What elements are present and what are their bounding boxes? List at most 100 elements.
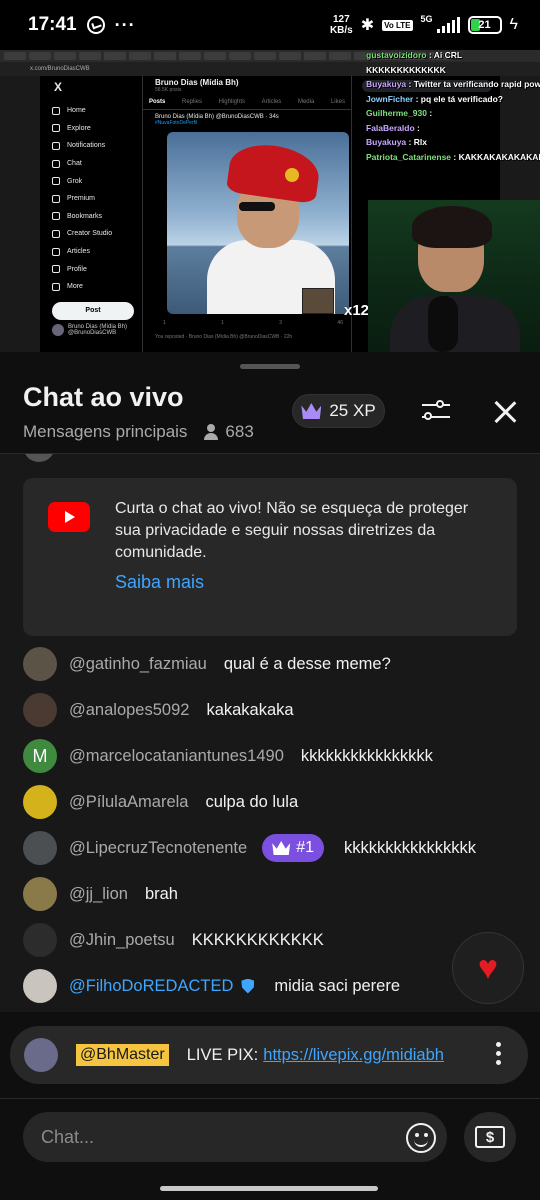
chat-message[interactable]: @gatinho_fazmiau qual é a desse meme? xyxy=(23,646,391,682)
close-icon[interactable] xyxy=(490,397,520,427)
message-author[interactable]: @LipecruzTecnotenente xyxy=(69,839,247,858)
x-tweet-hashtag: #NuvaFotoDePerfil xyxy=(155,120,198,126)
volte-badge: Vo LTE xyxy=(382,19,413,31)
x-nav-item: Premium xyxy=(52,190,142,208)
avatar[interactable] xyxy=(23,923,57,957)
x-nav-item: Grok xyxy=(52,172,142,190)
super-chat-button[interactable]: $ xyxy=(464,1112,516,1162)
avatar[interactable] xyxy=(23,785,57,819)
live-video-player[interactable]: x.com/BrunoDiasCWB X Home Explore Notifi… xyxy=(0,50,540,352)
overlay-chat-user: FalaBeraldo xyxy=(366,122,415,133)
x-nav-item: More xyxy=(52,278,142,296)
stream-chat-overlay: gustavoizidoro : Ai CRL KKKKKKKKKKKKK Buya… xyxy=(366,50,540,166)
chat-message-list[interactable]: Curta o chat ao vivo! Não se esqueça de … xyxy=(0,454,540,1012)
overlay-chat-user: Patriota_Catarinense xyxy=(366,151,452,162)
heart-reaction-button[interactable]: ♥ xyxy=(452,932,524,1004)
home-indicator[interactable] xyxy=(160,1186,378,1191)
pinned-link[interactable]: https://livepix.gg/midiabh xyxy=(263,1046,444,1065)
bluetooth-icon: ✱ xyxy=(360,17,375,34)
overlay-chat-line: KKKKKKKKKKKKK xyxy=(366,65,540,76)
overlay-chat-text: Ai CRL xyxy=(433,50,463,60)
message-author[interactable]: @jj_lion xyxy=(69,885,128,904)
battery-level: 21 xyxy=(478,19,491,31)
avatar[interactable] xyxy=(23,647,57,681)
pinned-author[interactable]: @BhMaster xyxy=(76,1044,169,1066)
live-chat-panel: Chat ao vivo Mensagens principais 683 25… xyxy=(0,352,540,1200)
youtube-icon xyxy=(48,502,90,532)
chat-message[interactable]: @analopes5092 kakakakaka xyxy=(23,692,294,728)
message-author[interactable]: @FilhoDoREDACTED xyxy=(69,977,233,996)
chat-message[interactable]: @LipecruzTecnotenente #1 kkkkkkkkkkkkkkkk xyxy=(23,830,476,866)
avatar xyxy=(23,454,55,462)
message-author[interactable]: @Jhin_poetsu xyxy=(69,931,175,950)
xp-button[interactable]: 25 XP xyxy=(292,394,385,428)
overlay-chat-user: JownFicher xyxy=(366,93,414,104)
signal-icon xyxy=(436,17,460,33)
net-speed: 127 KB/s xyxy=(330,14,353,36)
overlay-chat-text: Twitter ta verificando rapid pow xyxy=(413,79,540,89)
overlay-chat-line: gustavoizidoro : Ai CRL xyxy=(366,50,463,60)
overlay-chat-user: Guilherme_930 xyxy=(366,108,427,118)
whatsapp-icon xyxy=(86,16,105,34)
x-logo: X xyxy=(54,80,63,94)
overlay-chat-user: Buyakuya xyxy=(366,137,407,147)
net-speed-unit: KB/s xyxy=(329,25,353,36)
message-author[interactable]: @gatinho_fazmiau xyxy=(69,655,207,674)
chat-settings-sliders-icon[interactable] xyxy=(420,398,452,424)
overlay-chat-line: JownFicher : pq ele tá verificado? xyxy=(366,93,503,104)
overlay-chat-line: Buyakuya : Twitter ta verificando rapid … xyxy=(366,79,540,89)
message-text: kkkkkkkkkkkkkkkk xyxy=(344,838,476,857)
chat-welcome-notice: Curta o chat ao vivo! Não se esqueça de … xyxy=(23,478,517,636)
gift-sticker xyxy=(302,288,334,314)
more-notifications-icon: ··· xyxy=(114,14,136,35)
chat-message[interactable]: @PílulaAmarela culpa do lula xyxy=(23,784,298,820)
overlay-chat-line: Guilherme_930 : xyxy=(366,108,433,118)
avatar[interactable] xyxy=(23,831,57,865)
overlay-chat-user: gustavoizidoro xyxy=(366,50,427,60)
message-author[interactable]: @PílulaAmarela xyxy=(69,793,188,812)
chat-mode-label[interactable]: Mensagens principais xyxy=(23,422,187,442)
x-nav-item: Bookmarks xyxy=(52,208,142,226)
message-text: midia saci perere xyxy=(274,976,401,995)
x-tweet-actions: 1 1 3 46 xyxy=(163,320,343,326)
avatar xyxy=(24,1038,58,1072)
x-profile-tabs: Posts Replies Highlights Articles Media Likes xyxy=(143,93,351,110)
crown-icon xyxy=(272,841,291,855)
message-author[interactable]: @marcelocataniantunes1490 xyxy=(69,747,284,766)
chat-message[interactable]: @Jhin_poetsu KKKKKKKKKKKK xyxy=(23,922,324,958)
message-text: KKKKKKKKKKKK xyxy=(191,930,324,949)
overlay-chat-text: Rlx xyxy=(413,137,427,147)
learn-more-link[interactable]: Saiba mais xyxy=(115,572,204,593)
heart-icon: ♥ xyxy=(477,948,499,987)
pinned-text: LIVE PIX: xyxy=(186,1045,259,1064)
more-options-icon[interactable] xyxy=(496,1042,502,1068)
emoji-icon[interactable] xyxy=(406,1123,436,1153)
chat-message[interactable]: @jj_lion brah xyxy=(23,876,178,912)
overlay-chat-line: FalaBeraldo : xyxy=(366,122,420,133)
rank-label: #1 xyxy=(296,839,314,856)
chat-message[interactable]: @FilhoDoREDACTED midia saci perere xyxy=(23,968,400,1004)
chat-message[interactable]: M @marcelocataniantunes1490 kkkkkkkkkkkkkk… xyxy=(23,738,433,774)
notice-text: Curta o chat ao vivo! Não se esqueça de … xyxy=(115,500,469,561)
avatar[interactable] xyxy=(23,969,57,1003)
tweet-photo xyxy=(167,132,349,314)
dollar-bill-icon: $ xyxy=(475,1126,505,1148)
x-account-switcher: Bruno Dias (Mídia Bh) @BrunoDiasCWB xyxy=(52,324,127,336)
overlay-chat-text: pq ele tá verificado? xyxy=(420,93,503,104)
status-time: 17:41 xyxy=(28,14,77,35)
overlay-chat-line: Patriota_Catarinense : KAKKAKAKAKAKAKAKA xyxy=(366,152,540,163)
pinned-message[interactable]: @BhMaster LIVE PIX: https://livepix.gg/m… xyxy=(10,1026,528,1084)
avatar xyxy=(52,324,64,336)
x-nav-item: Profile xyxy=(52,260,142,278)
drag-handle[interactable] xyxy=(240,364,300,369)
xp-label: 25 XP xyxy=(329,401,376,420)
avatar[interactable] xyxy=(23,693,57,727)
x-nav-item: Home xyxy=(52,102,142,120)
message-author[interactable]: @analopes5092 xyxy=(69,701,189,720)
chat-input[interactable] xyxy=(23,1112,447,1162)
message-text: brah xyxy=(144,884,178,903)
network-type: 5G xyxy=(420,14,433,24)
avatar[interactable]: M xyxy=(23,739,57,773)
avatar[interactable] xyxy=(23,877,57,911)
chat-subtitle[interactable]: Mensagens principais 683 xyxy=(23,422,254,442)
